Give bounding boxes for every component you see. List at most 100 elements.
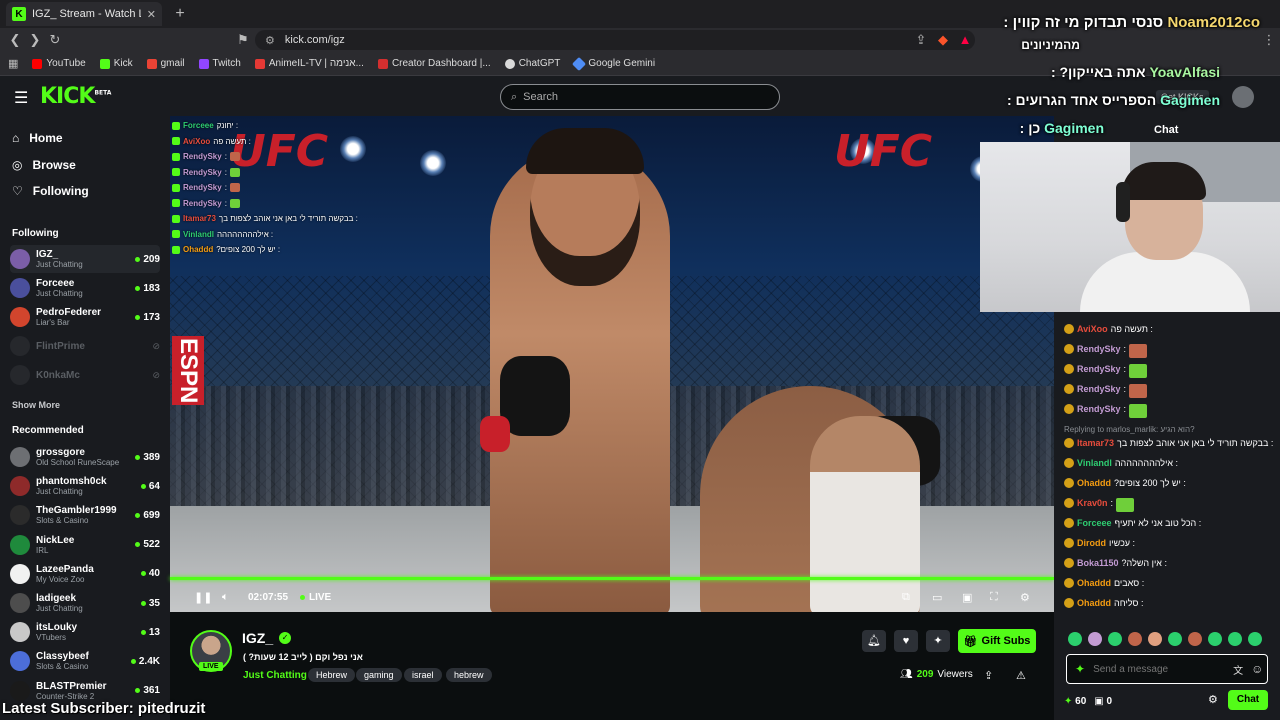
share-icon[interactable]: ⇪ xyxy=(912,31,930,49)
channel-name[interactable]: IGZ_ ✓ xyxy=(242,630,292,646)
bookmark-youtube[interactable]: YouTube xyxy=(32,58,86,69)
bookmark-twitch[interactable]: Twitch xyxy=(198,58,241,69)
bookmark-animeil[interactable]: AnimeIL-TV | אנימה... xyxy=(254,58,364,69)
send-chat-button[interactable]: Chat xyxy=(1228,690,1268,710)
kicks-sparkle-icon[interactable]: ✦ xyxy=(1075,662,1085,676)
chat-username[interactable]: AviXoo xyxy=(1077,324,1108,334)
reload-icon[interactable]: ↻ xyxy=(46,31,64,49)
sidebar-channel-itslouky[interactable]: itsLouky VTubers 13 xyxy=(10,618,160,646)
settings-gear-icon[interactable]: ⚙ xyxy=(1020,591,1030,604)
translate-icon[interactable]: 文 xyxy=(1233,662,1243,677)
chat-username[interactable]: Forceee xyxy=(1077,518,1112,528)
sidebar-channel-flintprime[interactable]: FlintPrime ⊘ xyxy=(10,332,160,360)
chat-username[interactable]: RendySky xyxy=(1077,344,1121,354)
sidebar-channel-phantomsh0ck[interactable]: phantomsh0ck Just Chatting 64 xyxy=(10,472,160,500)
tag-hebrew-lower[interactable]: hebrew xyxy=(446,668,492,682)
video-progress-bar[interactable] xyxy=(170,577,1054,580)
sidebar-channel-thegambler1999[interactable]: TheGambler1999 Slots & Casino 699 xyxy=(10,501,160,529)
channel-points[interactable]: ▣ 0 xyxy=(1094,696,1112,707)
sidebar-channel-pedrofederer[interactable]: PedroFederer Liar's Bar 173 xyxy=(10,303,160,331)
bookmark-gemini[interactable]: Google Gemini xyxy=(572,56,655,71)
bookmark-kick[interactable]: Kick xyxy=(99,58,133,69)
share-icon[interactable]: ⇪ xyxy=(984,669,993,682)
emote-icon[interactable] xyxy=(1068,632,1082,646)
emote-icon[interactable] xyxy=(1188,632,1202,646)
tag-israel[interactable]: israel xyxy=(404,668,442,682)
bookmark-creator-dashboard[interactable]: Creator Dashboard |... xyxy=(377,58,491,69)
sidebar-channel-grossgore[interactable]: grossgore Old School RuneScape 389 xyxy=(10,443,160,471)
chat-username[interactable]: Ohaddd xyxy=(1077,578,1111,588)
report-warning-icon[interactable]: ⚠ xyxy=(1016,669,1026,682)
chat-username[interactable]: RendySky xyxy=(1077,364,1121,374)
notification-bell-button[interactable]: 🔔︎ xyxy=(862,630,886,652)
brave-rewards-icon[interactable]: ▲ xyxy=(956,31,974,49)
emote-icon[interactable] xyxy=(1168,632,1182,646)
follow-button[interactable]: ♥ xyxy=(894,630,918,652)
chat-username[interactable]: Dirodd xyxy=(1077,538,1106,548)
emote-icon[interactable] xyxy=(1228,632,1242,646)
theater-mode-icon[interactable]: ▭ xyxy=(932,591,942,604)
chat-settings-gear-icon[interactable]: ⚙ xyxy=(1208,693,1218,706)
site-settings-icon[interactable]: ⚙ xyxy=(265,34,275,47)
gift-subs-button[interactable]: 🎁︎ Gift Subs xyxy=(958,629,1036,653)
sidebar-channel-lazeepanda[interactable]: LazeePanda My Voice Zoo 40 xyxy=(10,560,160,588)
address-bar[interactable]: ⚙ kick.com/igz xyxy=(255,30,975,50)
browser-menu-icon[interactable]: ⋮ xyxy=(1260,31,1278,49)
chat-username[interactable]: Ohaddd xyxy=(1077,598,1111,608)
chat-username[interactable]: Boka1150 xyxy=(1077,558,1119,568)
twitch-icon xyxy=(198,58,209,69)
chat-message-input[interactable] xyxy=(1093,663,1226,675)
back-icon[interactable]: ❮ xyxy=(6,31,24,49)
fullscreen-icon[interactable]: ⛶ xyxy=(990,591,998,604)
stream-category-link[interactable]: Just Chatting xyxy=(243,670,307,681)
new-tab-icon[interactable]: + xyxy=(170,4,190,24)
chat-username[interactable]: RendySky xyxy=(1077,404,1121,414)
emote-icon[interactable] xyxy=(1108,632,1122,646)
kick-logo[interactable]: KICKBETA xyxy=(40,84,111,109)
tag-hebrew[interactable]: Hebrew xyxy=(308,668,356,682)
kicks-balance[interactable]: ✦ 60 xyxy=(1064,696,1086,707)
emote-icon[interactable] xyxy=(1208,632,1222,646)
channel-name: K0nkaMc xyxy=(36,369,80,381)
sidebar-nav-browse[interactable]: ◎ Browse xyxy=(12,158,76,172)
chat-username[interactable]: Ohaddd xyxy=(1077,478,1111,488)
sidebar-channel-ladigeek[interactable]: ladigeek Just Chatting 35 xyxy=(10,589,160,617)
clip-icon[interactable]: ⧉ xyxy=(902,591,910,604)
emote-icon[interactable] xyxy=(1128,632,1142,646)
bookmark-chatgpt[interactable]: ChatGPT xyxy=(504,58,560,69)
channel-name: Classybeef xyxy=(36,651,89,663)
show-more-button[interactable]: Show More xyxy=(12,400,60,410)
bookmark-icon[interactable]: ⚑ xyxy=(234,31,252,49)
browser-tab[interactable]: K IGZ_ Stream - Watch Live on ✕ xyxy=(6,2,162,26)
volume-icon[interactable]: 🔈︎ xyxy=(222,591,229,604)
chat-username[interactable]: Krav0n xyxy=(1077,498,1108,508)
sidebar-channel-k0nkamc[interactable]: K0nkaMc ⊘ xyxy=(10,361,160,389)
sidebar-channel-nicklee[interactable]: NickLee IRL 522 xyxy=(10,531,160,559)
emote-icon[interactable] xyxy=(1248,632,1262,646)
bookmark-gmail[interactable]: gmail xyxy=(146,58,185,69)
sidebar-channel-forceee[interactable]: Forceee Just Chatting 183 xyxy=(10,274,160,302)
chat-username[interactable]: RendySky xyxy=(1077,384,1121,394)
sidebar-channel-igz_[interactable]: IGZ_ Just Chatting 209 xyxy=(10,245,160,273)
sidebar-nav-following[interactable]: ♡ Following xyxy=(12,184,89,198)
chat-username[interactable]: Vinlandl xyxy=(1077,458,1112,468)
kicks-button[interactable]: ✦ xyxy=(926,630,950,652)
brave-shield-icon[interactable]: ◆ xyxy=(934,31,952,49)
hamburger-menu-icon[interactable]: ☰ xyxy=(14,88,28,108)
emote-icon[interactable] xyxy=(1148,632,1162,646)
sidebar-nav-home[interactable]: ⌂ Home xyxy=(12,131,63,145)
chat-username[interactable]: Itamar73 xyxy=(1077,438,1114,448)
chat-text: : סאבים xyxy=(1114,578,1145,588)
apps-grid-icon[interactable]: ▦ xyxy=(8,57,18,70)
tag-gaming[interactable]: gaming xyxy=(356,668,402,682)
chat-input-box[interactable]: ✦ 文 ☺ xyxy=(1066,654,1268,684)
picture-in-picture-icon[interactable]: ▣ xyxy=(962,591,972,604)
pause-icon[interactable]: ❚❚ xyxy=(194,591,212,604)
emote-icon[interactable] xyxy=(1088,632,1102,646)
sidebar-channel-classybeef[interactable]: Classybeef Slots & Casino 2.4K xyxy=(10,647,160,675)
search-bar[interactable]: ⌕ Search xyxy=(500,84,780,110)
forward-icon[interactable]: ❯ xyxy=(26,31,44,49)
close-tab-icon[interactable]: ✕ xyxy=(147,8,156,21)
emoji-icon[interactable]: ☺ xyxy=(1251,662,1263,676)
user-avatar[interactable] xyxy=(1232,86,1254,108)
